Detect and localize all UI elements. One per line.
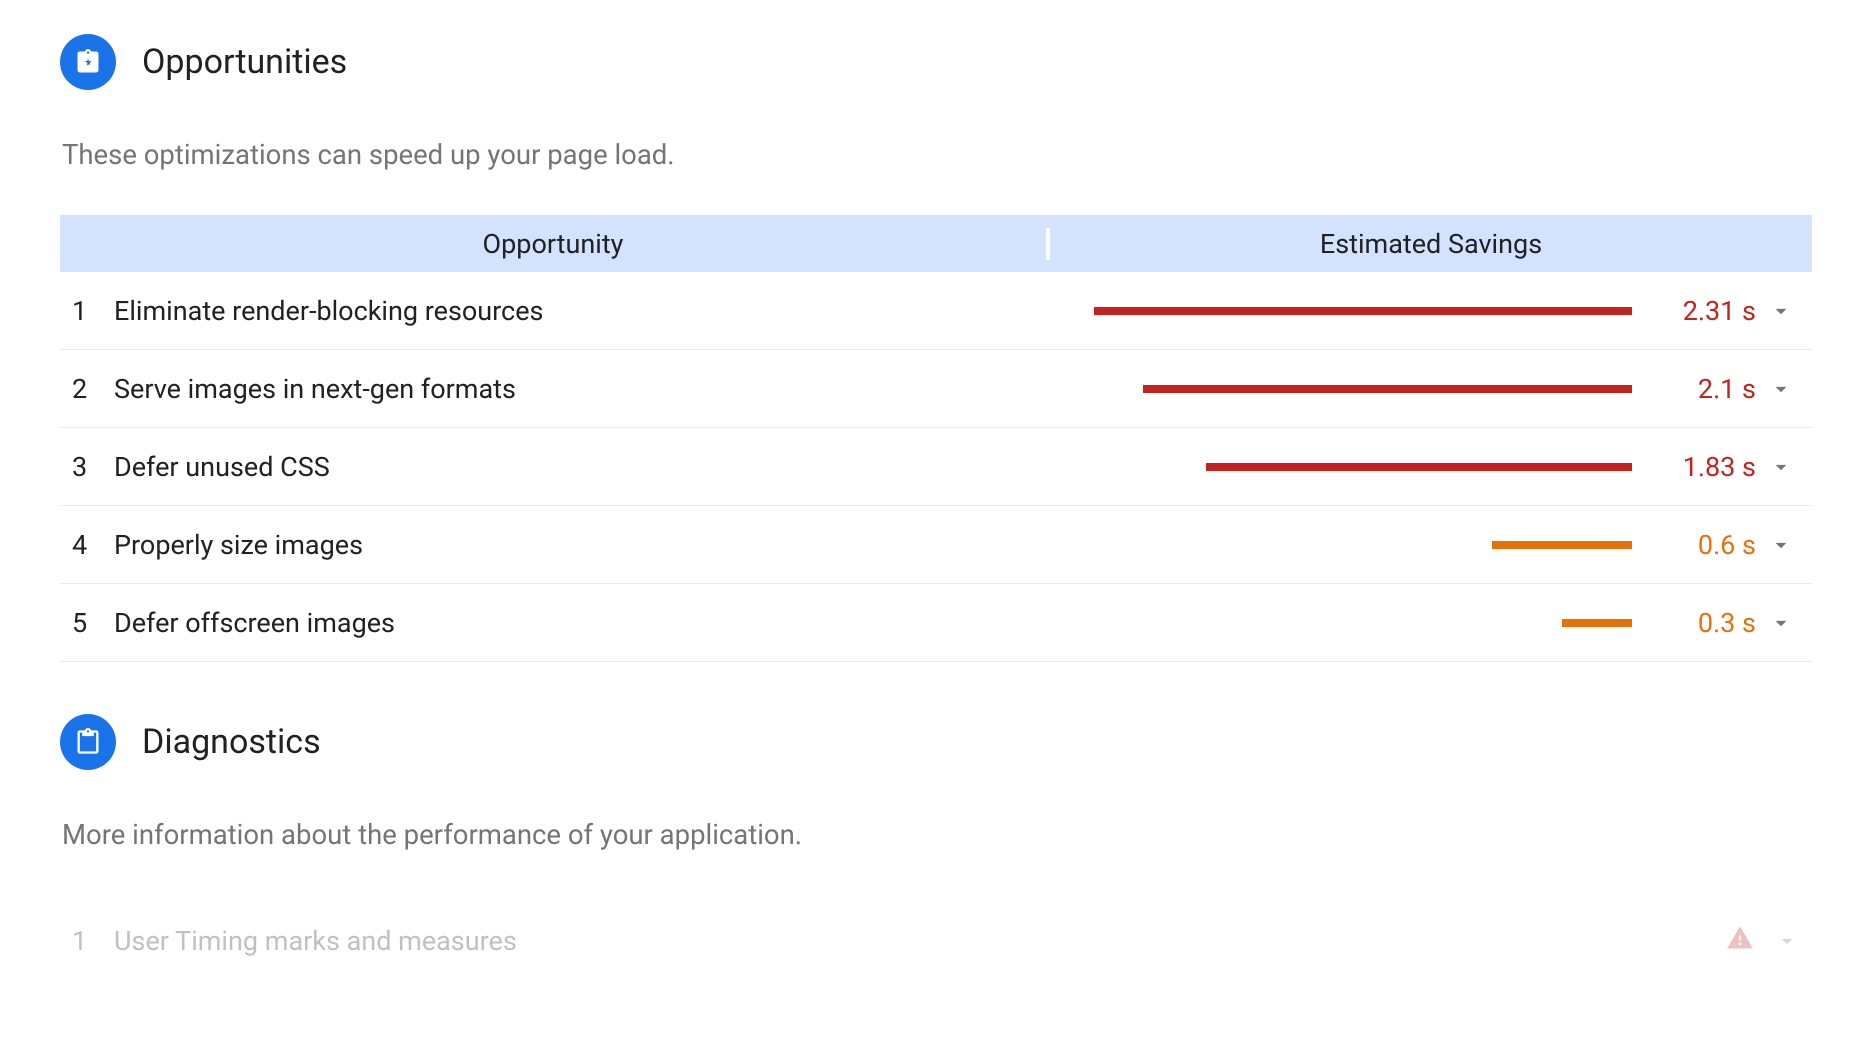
row-number: 2	[60, 373, 114, 405]
opportunity-row[interactable]: 2Serve images in next-gen formats 2.1 s	[60, 350, 1812, 428]
savings-bar	[1206, 463, 1632, 471]
column-header-savings: Estimated Savings	[1050, 228, 1812, 260]
opportunity-label: Defer unused CSS	[114, 451, 1050, 483]
opportunities-table: Opportunity Estimated Savings 1Eliminate…	[60, 215, 1812, 662]
opportunities-subtitle: These optimizations can speed up your pa…	[62, 138, 1812, 171]
opportunity-label: Eliminate render-blocking resources	[114, 295, 1050, 327]
chevron-down-icon[interactable]	[1756, 610, 1806, 636]
opportunity-label: Defer offscreen images	[114, 607, 1050, 639]
savings-time: 0.6 s	[1650, 529, 1756, 561]
savings-bar-area	[1050, 541, 1650, 549]
savings-bar	[1562, 619, 1632, 627]
opportunity-row[interactable]: 3Defer unused CSS 1.83 s	[60, 428, 1812, 506]
row-number: 1	[60, 925, 114, 957]
sparkle-icon	[60, 34, 116, 90]
chevron-down-icon[interactable]	[1756, 376, 1806, 402]
diagnostic-label: User Timing marks and measures	[114, 925, 1726, 957]
row-number: 5	[60, 607, 114, 639]
opportunity-label: Properly size images	[114, 529, 1050, 561]
savings-bar	[1094, 307, 1632, 315]
diagnostics-subtitle: More information about the performance o…	[62, 818, 1812, 851]
opportunity-row[interactable]: 4Properly size images 0.6 s	[60, 506, 1812, 584]
savings-bar	[1143, 385, 1632, 393]
clipboard-icon	[60, 714, 116, 770]
column-header-opportunity: Opportunity	[60, 228, 1050, 260]
savings-bar-area	[1050, 463, 1650, 471]
savings-time: 2.1 s	[1650, 373, 1756, 405]
chevron-down-icon[interactable]	[1762, 928, 1812, 954]
row-number: 4	[60, 529, 114, 561]
diagnostics-title: Diagnostics	[142, 722, 321, 762]
savings-bar-area	[1050, 385, 1650, 393]
opportunity-row[interactable]: 5Defer offscreen images 0.3 s	[60, 584, 1812, 662]
warning-icon	[1726, 924, 1762, 959]
chevron-down-icon[interactable]	[1756, 298, 1806, 324]
savings-bar-area	[1050, 307, 1650, 315]
opportunities-title: Opportunities	[142, 42, 347, 82]
opportunities-table-header: Opportunity Estimated Savings	[60, 215, 1812, 272]
opportunity-label: Serve images in next-gen formats	[114, 373, 1050, 405]
savings-time: 0.3 s	[1650, 607, 1756, 639]
diagnostics-header: Diagnostics	[60, 714, 1812, 770]
row-number: 1	[60, 295, 114, 327]
opportunities-header: Opportunities	[60, 34, 1812, 90]
opportunity-row[interactable]: 1Eliminate render-blocking resources 2.31…	[60, 272, 1812, 350]
savings-time: 2.31 s	[1650, 295, 1756, 327]
savings-bar	[1492, 541, 1632, 549]
savings-time: 1.83 s	[1650, 451, 1756, 483]
chevron-down-icon[interactable]	[1756, 532, 1806, 558]
row-number: 3	[60, 451, 114, 483]
chevron-down-icon[interactable]	[1756, 454, 1806, 480]
diagnostic-row[interactable]: 1User Timing marks and measures	[60, 905, 1812, 977]
savings-bar-area	[1050, 619, 1650, 627]
